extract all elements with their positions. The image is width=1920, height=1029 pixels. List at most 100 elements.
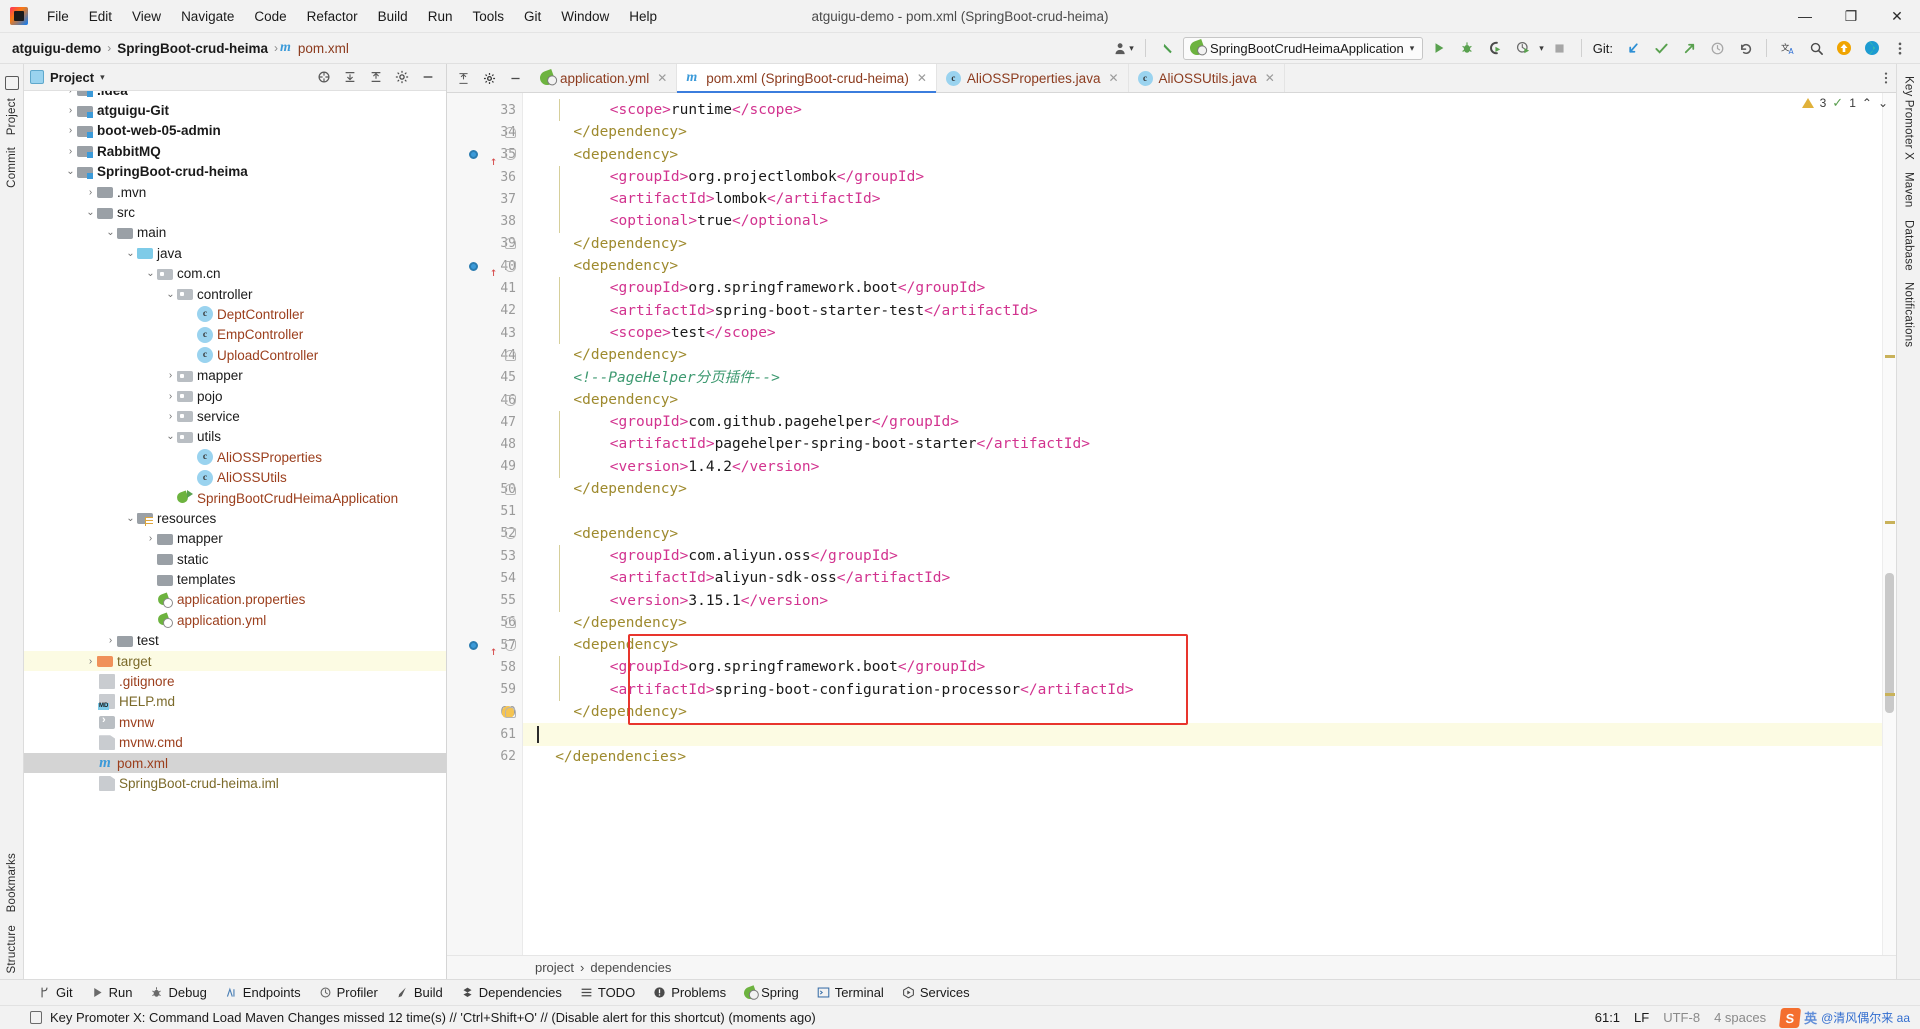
code-line[interactable]: <groupId>com.aliyun.oss</groupId> bbox=[523, 544, 1882, 568]
rail-button-commit[interactable]: Commit bbox=[3, 141, 21, 194]
tree-item[interactable]: ⌄ SpringBoot-crud-heima bbox=[24, 162, 446, 182]
gutter-line[interactable]: 59 bbox=[447, 679, 522, 701]
hide-panel-icon[interactable] bbox=[416, 65, 440, 89]
menu-refactor[interactable]: Refactor bbox=[298, 5, 367, 28]
line-separator[interactable]: LF bbox=[1634, 1010, 1649, 1025]
code-line[interactable]: </dependencies> bbox=[523, 746, 1882, 768]
code-line[interactable]: <optional>true</optional> bbox=[523, 210, 1882, 233]
tree-item[interactable]: › atguigu-Git bbox=[24, 100, 446, 120]
code-line[interactable]: <groupId>com.github.pagehelper</groupId> bbox=[523, 411, 1882, 434]
chevron-right-icon[interactable]: › bbox=[64, 105, 77, 116]
gutter-line[interactable]: 60 bbox=[447, 701, 522, 723]
code-line[interactable]: <scope>test</scope> bbox=[523, 321, 1882, 345]
chevron-right-icon[interactable]: › bbox=[64, 146, 77, 157]
menu-code[interactable]: Code bbox=[245, 5, 295, 28]
settings-icon[interactable] bbox=[477, 66, 501, 90]
settings-icon[interactable] bbox=[390, 65, 414, 89]
tab-aliossproperties-java[interactable]: c AliOSSProperties.java ✕ bbox=[936, 64, 1129, 92]
editor-code-content[interactable]: <scope>runtime</scope> </dependency> <depe… bbox=[523, 93, 1882, 955]
code-line[interactable]: </dependency> bbox=[523, 233, 1882, 255]
tree-item[interactable]: ⌄ utils bbox=[24, 427, 446, 447]
translate-icon[interactable]: 文A bbox=[1776, 36, 1800, 60]
code-line[interactable]: <groupId>org.springframework.boot</group… bbox=[523, 277, 1882, 300]
gutter-line[interactable]: 42 bbox=[447, 300, 522, 322]
menu-file[interactable]: File bbox=[38, 5, 78, 28]
tree-item[interactable]: mvnw bbox=[24, 712, 446, 732]
code-line[interactable]: <dependency> bbox=[523, 523, 1882, 545]
fold-collapse-icon[interactable] bbox=[505, 528, 516, 540]
breadcrumb-dependencies-node[interactable]: dependencies bbox=[590, 960, 671, 975]
chevron-right-icon[interactable]: › bbox=[164, 411, 177, 422]
chevron-right-icon[interactable]: › bbox=[144, 533, 157, 544]
chevron-down-icon[interactable]: ⌄ bbox=[164, 289, 177, 300]
chevron-right-icon[interactable]: › bbox=[64, 125, 77, 136]
gutter-line[interactable]: 47 bbox=[447, 411, 522, 433]
gutter-line[interactable]: 39 bbox=[447, 233, 522, 255]
tool-window-debug[interactable]: Debug bbox=[142, 983, 214, 1002]
breadcrumb-module[interactable]: SpringBoot-crud-heima bbox=[113, 39, 272, 58]
more-options-icon[interactable] bbox=[1888, 36, 1912, 60]
tree-item[interactable]: static bbox=[24, 549, 446, 569]
tool-window-terminal[interactable]: Terminal bbox=[809, 983, 892, 1002]
tree-item[interactable]: c AliOSSProperties bbox=[24, 447, 446, 467]
chevron-right-icon[interactable]: › bbox=[164, 391, 177, 402]
chevron-down-icon[interactable]: ⌄ bbox=[144, 268, 157, 279]
git-update-icon[interactable] bbox=[1621, 36, 1645, 60]
menu-window[interactable]: Window bbox=[552, 5, 618, 28]
tree-item[interactable]: › mapper bbox=[24, 365, 446, 385]
breadcrumb-project[interactable]: atguigu-demo bbox=[8, 39, 105, 58]
file-encoding[interactable]: UTF-8 bbox=[1663, 1010, 1700, 1025]
tree-item[interactable]: c DeptController bbox=[24, 304, 446, 324]
tool-window-build[interactable]: Build bbox=[388, 983, 451, 1002]
gutter-line[interactable]: 52 bbox=[447, 523, 522, 545]
code-line[interactable]: <artifactId>spring-boot-configuration-pr… bbox=[523, 678, 1882, 702]
gutter-line[interactable]: 53 bbox=[447, 545, 522, 567]
maven-run-icon[interactable] bbox=[469, 261, 478, 271]
tree-item[interactable]: c UploadController bbox=[24, 345, 446, 365]
chevron-right-icon[interactable]: › bbox=[84, 187, 97, 198]
gutter-line[interactable]: 50 bbox=[447, 478, 522, 500]
tree-item[interactable]: › pojo bbox=[24, 386, 446, 406]
gutter-line[interactable]: 45 bbox=[447, 367, 522, 389]
chevron-down-icon[interactable]: ⌄ bbox=[64, 166, 77, 177]
menu-view[interactable]: View bbox=[123, 5, 170, 28]
editor-gutter[interactable]: 33 34 35 ↑ 36 37 38 39 40 ↑ 41 42 43 44 45 46 47 48 49 50 51… bbox=[447, 93, 523, 955]
tree-item[interactable]: › boot-web-05-admin bbox=[24, 121, 446, 141]
tool-window-endpoints[interactable]: Endpoints bbox=[217, 983, 309, 1002]
collapse-all-icon[interactable] bbox=[451, 66, 475, 90]
tree-item[interactable]: › service bbox=[24, 406, 446, 426]
tree-item[interactable]: mvnw.cmd bbox=[24, 733, 446, 753]
caret-position[interactable]: 61:1 bbox=[1595, 1010, 1620, 1025]
gutter-line[interactable]: 34 bbox=[447, 121, 522, 143]
tree-item[interactable]: application.yml bbox=[24, 610, 446, 630]
rail-button-maven[interactable]: Maven bbox=[1900, 166, 1918, 214]
run-icon[interactable] bbox=[1427, 36, 1451, 60]
tree-item[interactable]: › RabbitMQ bbox=[24, 141, 446, 161]
code-line[interactable]: <scope>runtime</scope> bbox=[523, 99, 1882, 122]
fold-end-icon[interactable] bbox=[505, 483, 516, 495]
code-line[interactable]: <version>1.4.2</version> bbox=[523, 455, 1882, 479]
chevron-right-icon[interactable]: › bbox=[164, 370, 177, 381]
menu-run[interactable]: Run bbox=[419, 5, 462, 28]
gutter-line[interactable]: 37 bbox=[447, 188, 522, 210]
tree-item[interactable]: c AliOSSUtils bbox=[24, 467, 446, 487]
tree-item[interactable]: › target bbox=[24, 650, 446, 672]
gutter-line[interactable]: 46 bbox=[447, 389, 522, 411]
gutter-line[interactable]: 57 ↑ bbox=[447, 634, 522, 657]
tree-item[interactable]: › .mvn bbox=[24, 182, 446, 202]
tree-item[interactable]: › test bbox=[24, 631, 446, 651]
tree-item[interactable]: HELP.md bbox=[24, 692, 446, 712]
user-avatar-icon[interactable]: ▾ bbox=[1112, 36, 1136, 60]
gutter-line[interactable]: 36 bbox=[447, 166, 522, 188]
tree-item[interactable]: ⌄ controller bbox=[24, 284, 446, 304]
code-line[interactable]: </dependency> bbox=[523, 344, 1882, 366]
tool-window-profiler[interactable]: Profiler bbox=[311, 983, 386, 1002]
maven-run-icon[interactable] bbox=[469, 640, 478, 650]
menu-help[interactable]: Help bbox=[620, 5, 666, 28]
gutter-line[interactable]: 44 bbox=[447, 344, 522, 366]
tree-item[interactable]: › .idea bbox=[24, 91, 446, 100]
tree-item[interactable]: ⌄ main bbox=[24, 223, 446, 243]
minimize-button[interactable]: — bbox=[1782, 0, 1828, 33]
gutter-line[interactable]: 41 bbox=[447, 277, 522, 299]
debug-icon[interactable] bbox=[1455, 36, 1479, 60]
